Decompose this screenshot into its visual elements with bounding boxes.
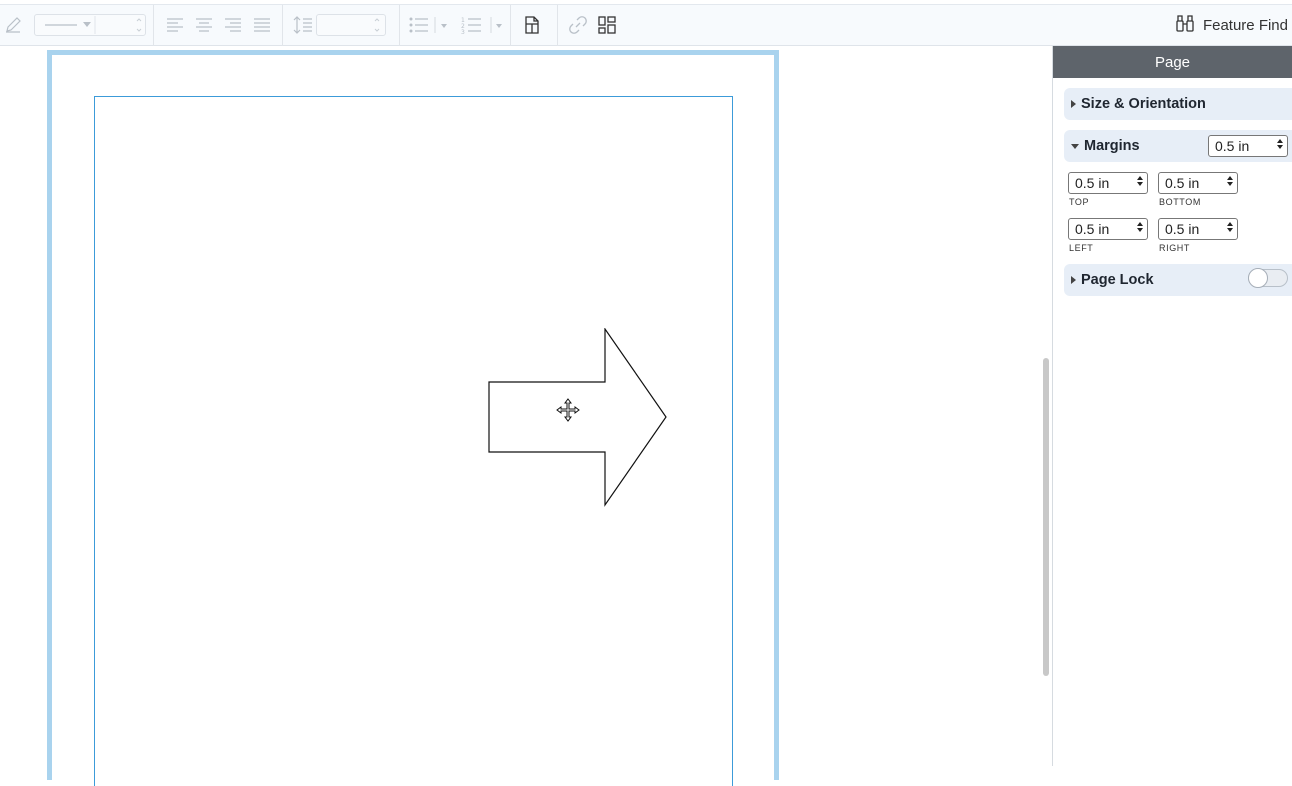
svg-text:3: 3 — [461, 29, 465, 34]
collapse-arrow-icon — [1071, 143, 1079, 149]
all-margins-input[interactable]: 0.5 in — [1208, 135, 1288, 157]
right-margin-value: 0.5 in — [1165, 221, 1200, 237]
pen-icon[interactable] — [2, 13, 24, 37]
align-right-icon[interactable] — [222, 13, 244, 37]
page-lock-label: Page Lock — [1081, 272, 1154, 288]
page-icon[interactable] — [521, 13, 543, 37]
align-center-icon[interactable] — [193, 13, 215, 37]
right-margin-input[interactable]: 0.5 in — [1158, 218, 1238, 240]
feature-find-label: Feature Find — [1202, 16, 1288, 34]
size-orientation-section[interactable]: Size & Orientation — [1064, 88, 1292, 120]
left-margin-input[interactable]: 0.5 in — [1068, 218, 1148, 240]
document-canvas[interactable] — [0, 46, 1052, 786]
layout-icon[interactable] — [596, 13, 618, 37]
stepper-icon[interactable] — [1227, 222, 1233, 232]
line-spacing-input[interactable] — [316, 14, 386, 36]
numbered-list-icon[interactable]: 1 2 3 — [461, 13, 509, 37]
align-justify-icon[interactable] — [251, 13, 273, 37]
align-left-icon[interactable] — [164, 13, 186, 37]
stepper-icon[interactable] — [1137, 176, 1143, 186]
page-lock-toggle[interactable] — [1248, 268, 1288, 288]
top-margin-label: TOP — [1069, 197, 1090, 207]
properties-panel: Page Size & Orientation Margins 0.5 in 0… — [1052, 46, 1292, 766]
stepper-icon[interactable] — [1227, 176, 1233, 186]
top-margin-input[interactable]: 0.5 in — [1068, 172, 1148, 194]
top-margin-value: 0.5 in — [1075, 175, 1110, 191]
line-style-dropdown[interactable] — [34, 14, 146, 36]
stepper-icon[interactable] — [1277, 139, 1283, 149]
formatting-toolbar: 1 2 3 Feature Find — [0, 4, 1292, 46]
panel-title: Page — [1053, 46, 1292, 78]
right-arrow-shape[interactable] — [488, 328, 670, 510]
margins-label: Margins — [1084, 138, 1140, 154]
right-margin-label: RIGHT — [1159, 243, 1190, 253]
stepper-icon[interactable] — [1137, 222, 1143, 232]
toggle-knob — [1248, 268, 1268, 288]
feature-find-button[interactable]: Feature Find — [1175, 13, 1288, 37]
left-margin-value: 0.5 in — [1075, 221, 1110, 237]
expand-arrow-icon — [1071, 100, 1076, 108]
left-margin-label: LEFT — [1069, 243, 1094, 253]
binoculars-icon — [1175, 13, 1195, 37]
all-margins-value: 0.5 in — [1215, 138, 1250, 154]
bulleted-list-icon[interactable] — [408, 13, 456, 37]
bottom-margin-value: 0.5 in — [1165, 175, 1200, 191]
vertical-scrollbar[interactable] — [1043, 358, 1049, 676]
expand-arrow-icon — [1071, 276, 1076, 284]
page[interactable] — [47, 50, 779, 786]
line-spacing-icon[interactable] — [292, 13, 314, 37]
bottom-margin-label: BOTTOM — [1159, 197, 1201, 207]
size-orientation-label: Size & Orientation — [1081, 96, 1206, 112]
link-icon[interactable] — [567, 13, 589, 37]
bottom-margin-input[interactable]: 0.5 in — [1158, 172, 1238, 194]
